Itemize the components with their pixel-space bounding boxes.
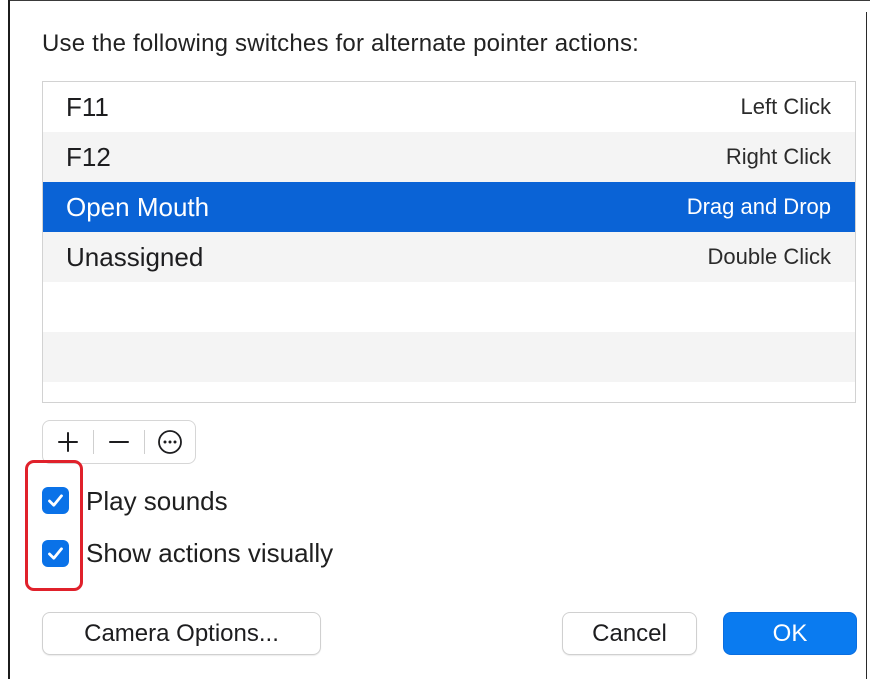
switch-action: Left Click [740, 94, 831, 119]
minus-icon [109, 441, 129, 443]
list-controls [42, 420, 196, 464]
switch-action-list[interactable]: F11 Left Click F12 Right Click Open Mout… [42, 81, 856, 403]
empty-list-row [43, 332, 855, 382]
camera-options-button[interactable]: Camera Options... [42, 612, 321, 655]
window-border-right [866, 12, 867, 679]
switch-name: Open Mouth [66, 191, 210, 222]
list-row[interactable]: F11 Left Click [43, 82, 855, 132]
list-row-selected[interactable]: Open Mouth Drag and Drop [43, 182, 855, 232]
show-actions-label[interactable]: Show actions visually [86, 538, 333, 569]
alternate-pointer-actions-dialog: Use the following switches for alternate… [0, 0, 870, 679]
show-actions-checkbox[interactable] [42, 540, 69, 567]
ok-button[interactable]: OK [723, 612, 857, 655]
cancel-button[interactable]: Cancel [562, 612, 697, 655]
list-row[interactable]: F12 Right Click [43, 132, 855, 182]
switch-action: Right Click [725, 144, 831, 169]
window-border-left [8, 0, 10, 679]
checkmark-icon [48, 547, 63, 560]
list-row[interactable]: Unassigned Double Click [43, 232, 855, 282]
annotation-highlight-box [25, 460, 83, 591]
switch-name: Unassigned [66, 241, 204, 272]
play-sounds-label[interactable]: Play sounds [86, 486, 228, 517]
instruction-text: Use the following switches for alternate… [42, 30, 640, 57]
switch-name: F12 [66, 141, 111, 172]
checkmark-icon [48, 494, 63, 507]
switch-action: Drag and Drop [686, 194, 831, 219]
more-options-button[interactable] [145, 421, 195, 463]
empty-list-row [43, 282, 855, 332]
switch-name: F11 [66, 91, 109, 122]
switch-action: Double Click [707, 244, 832, 269]
ellipsis-circle-icon [158, 430, 182, 454]
remove-button[interactable] [94, 421, 144, 463]
add-button[interactable] [43, 421, 93, 463]
window-border-top [8, 0, 870, 1]
empty-list-row [43, 382, 855, 402]
plus-icon [58, 432, 78, 452]
play-sounds-checkbox[interactable] [42, 487, 69, 514]
